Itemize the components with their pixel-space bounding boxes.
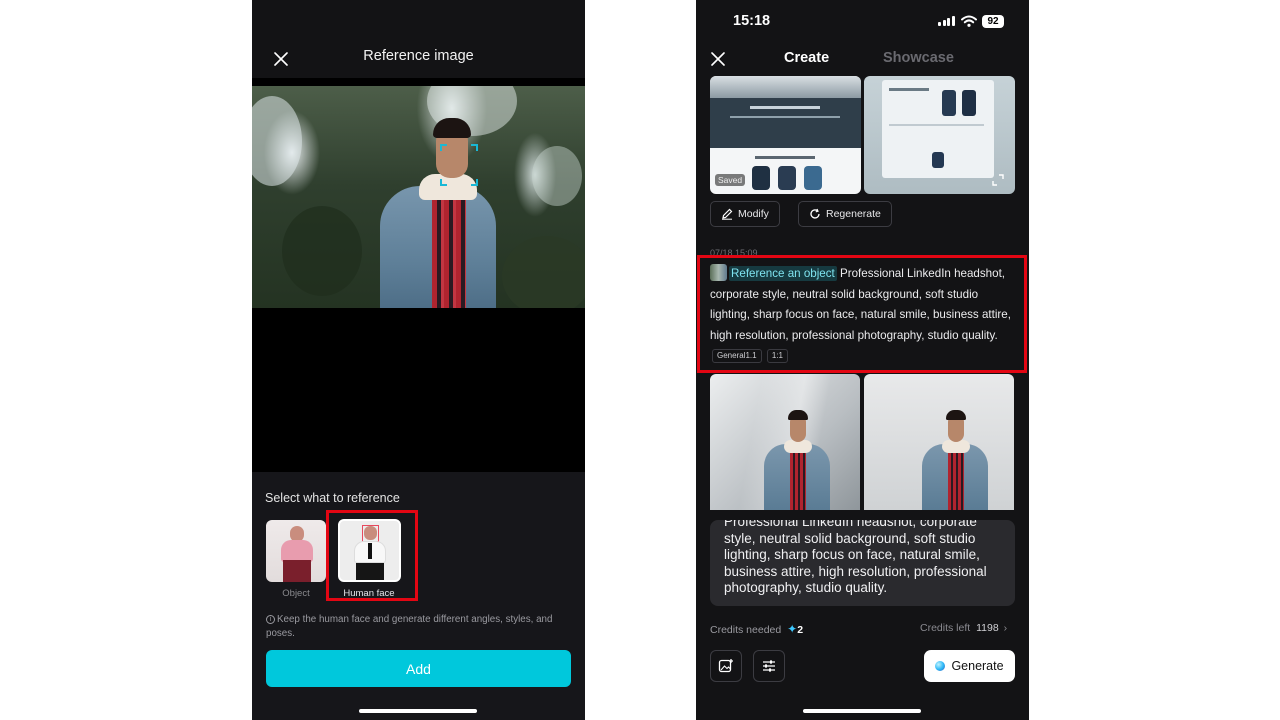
chevron-right-icon: ›: [1003, 622, 1008, 634]
object-option[interactable]: [266, 520, 326, 582]
info-icon: i: [266, 615, 275, 624]
generate-orb-icon: [935, 661, 946, 671]
reference-image-screen: Reference image Select what to reference…: [252, 0, 585, 720]
home-indicator: [359, 709, 477, 713]
create-screen: 15:18 92 Create Showcase Saved Modify Re…: [696, 0, 1029, 720]
info-text-content: Keep the human face and generate differe…: [266, 614, 553, 639]
sliders-icon: [763, 660, 775, 672]
close-button[interactable]: [706, 47, 730, 71]
person-hair: [433, 118, 471, 138]
battery-icon: 92: [982, 15, 1004, 28]
home-indicator: [803, 709, 921, 713]
pencil-icon: [722, 208, 733, 220]
generated-result-2[interactable]: [864, 374, 1014, 510]
status-time: 15:18: [733, 13, 771, 29]
prompt-input-text[interactable]: Professional LinkedIn headshot, corporat…: [724, 520, 1010, 597]
add-button[interactable]: Add: [266, 650, 571, 687]
credits-left-value: 1198: [976, 622, 999, 634]
info-text: i Keep the human face and generate differ…: [266, 613, 571, 641]
generate-label: Generate: [951, 659, 1004, 673]
screen-title: Reference image: [363, 48, 474, 64]
person-shirt: [432, 184, 466, 308]
reference-photo: [252, 86, 585, 308]
generated-result-1[interactable]: [710, 374, 860, 510]
signal-icon: [938, 16, 955, 26]
regenerate-button[interactable]: Regenerate: [798, 201, 892, 227]
credits-left-label: Credits left: [920, 622, 971, 634]
modify-label: Modify: [738, 208, 769, 220]
credits-needed-value: 2: [797, 624, 804, 636]
regenerate-label: Regenerate: [826, 208, 881, 220]
add-image-button[interactable]: [710, 650, 742, 682]
expand-icon[interactable]: [992, 174, 1004, 186]
wifi-icon: [961, 15, 977, 27]
sparkle-icon: ✦: [787, 622, 798, 636]
credits-needed-label: Credits needed: [710, 624, 782, 636]
modify-button[interactable]: Modify: [710, 201, 780, 227]
previous-result-1[interactable]: Saved: [710, 76, 861, 194]
prompt-input[interactable]: Professional LinkedIn headshot, corporat…: [710, 520, 1015, 606]
generate-button[interactable]: Generate: [924, 650, 1015, 682]
select-reference-label: Select what to reference: [265, 491, 400, 505]
close-icon: [711, 52, 725, 66]
credits-left[interactable]: Credits left 1198 ›: [920, 622, 1007, 634]
settings-button[interactable]: [753, 650, 785, 682]
refresh-icon: [810, 208, 820, 219]
saved-badge: Saved: [715, 174, 746, 186]
tab-showcase[interactable]: Showcase: [883, 50, 954, 66]
prompt-highlight-box: [697, 255, 1027, 373]
face-detection-frame: [440, 144, 478, 186]
previous-result-2[interactable]: [864, 76, 1015, 194]
tab-create[interactable]: Create: [784, 50, 829, 66]
image-add-icon: [718, 659, 733, 673]
human-face-highlight-box: [326, 510, 418, 601]
credits-needed: Credits needed ✦2: [710, 622, 803, 636]
object-option-label: Object: [282, 588, 310, 599]
